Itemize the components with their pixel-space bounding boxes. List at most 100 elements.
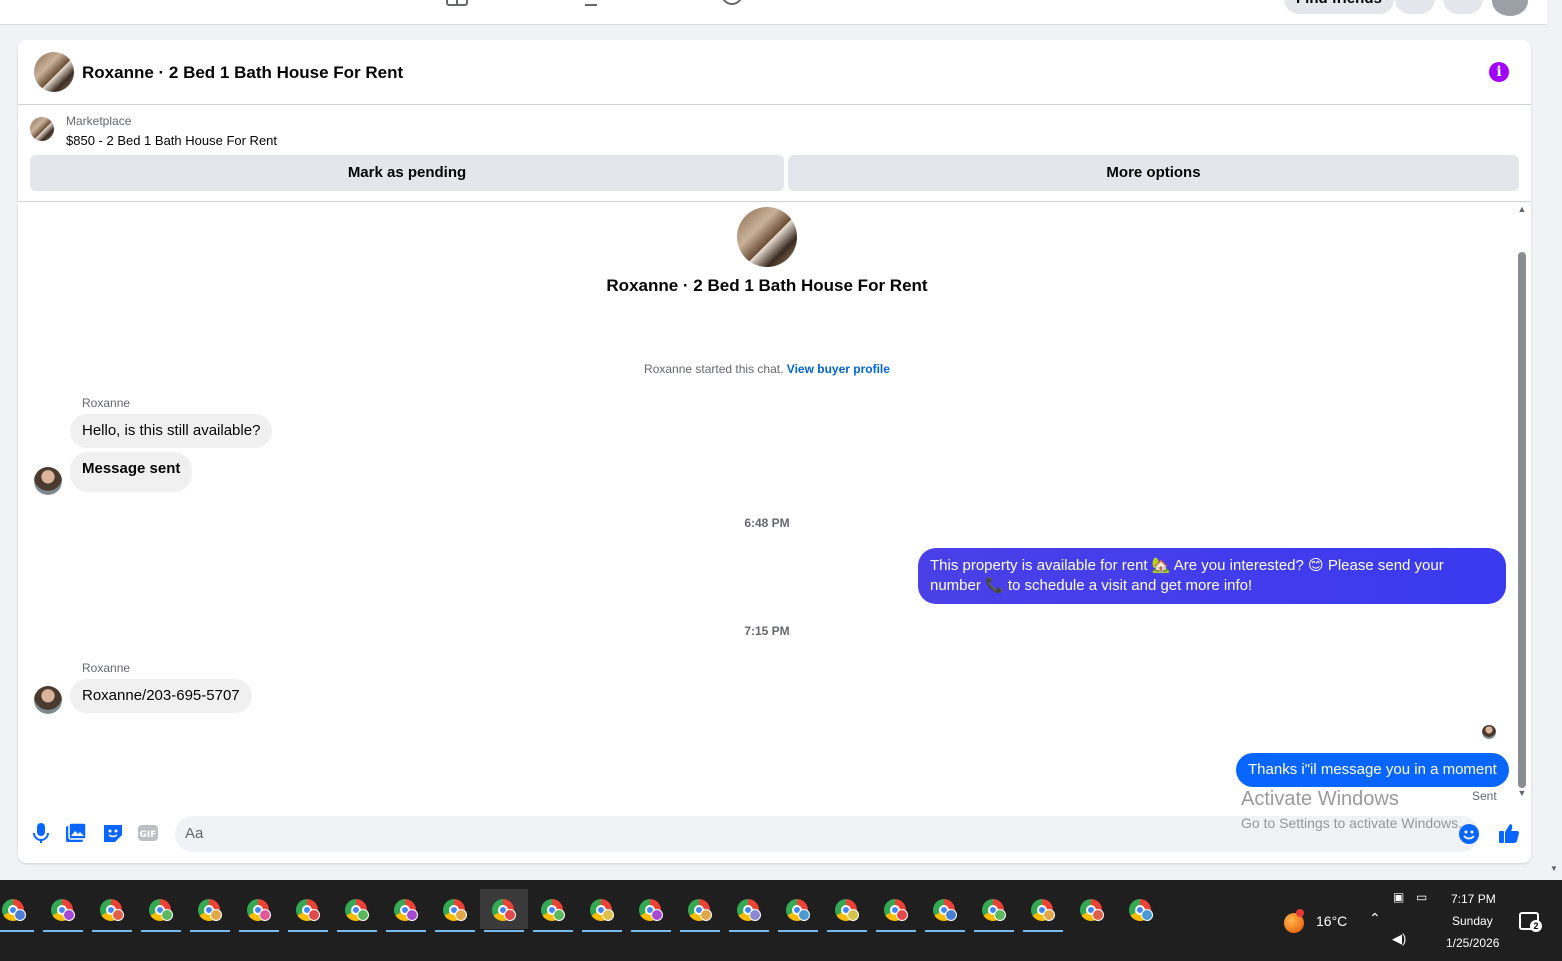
- running-indicator: [337, 930, 377, 932]
- profile-badge-icon: [1141, 909, 1153, 921]
- running-indicator: [876, 930, 916, 932]
- info-icon[interactable]: i: [1489, 62, 1509, 82]
- taskbar-chrome-profile[interactable]: [0, 889, 38, 932]
- top-navbar: Find friends: [0, 0, 1547, 25]
- volume-icon[interactable]: ◀): [1392, 931, 1406, 947]
- listing-avatar[interactable]: [34, 52, 74, 92]
- running-indicator: [190, 930, 230, 932]
- emoji-icon[interactable]: [1459, 824, 1479, 844]
- microphone-icon[interactable]: [30, 822, 52, 844]
- find-friends-button[interactable]: Find friends: [1284, 0, 1394, 14]
- clock-day[interactable]: Sunday: [1452, 914, 1493, 928]
- sticker-icon[interactable]: [102, 822, 124, 844]
- weather-temperature[interactable]: 16°C: [1316, 913, 1347, 929]
- incoming-message[interactable]: Hello, is this still available?: [70, 414, 273, 448]
- profile-badge-icon: [455, 909, 467, 921]
- profile-badge-icon: [896, 909, 908, 921]
- profile-badge-icon: [14, 909, 26, 921]
- profile-badge-icon: [651, 909, 663, 921]
- menu-grid-button[interactable]: [1395, 0, 1435, 14]
- seen-indicator-avatar: [1482, 725, 1496, 739]
- scroll-thumb[interactable]: [1518, 252, 1526, 788]
- taskbar-chrome-profile[interactable]: [480, 889, 528, 932]
- more-options-button[interactable]: More options: [788, 155, 1519, 191]
- timestamp: 7:15 PM: [744, 624, 790, 638]
- meet-icon[interactable]: ▣: [1393, 890, 1404, 904]
- chat-title[interactable]: Roxanne · 2 Bed 1 Bath House For Rent: [82, 63, 403, 83]
- svg-text:GIF: GIF: [140, 830, 157, 840]
- running-indicator: [631, 930, 671, 932]
- profile-badge-icon: [210, 909, 222, 921]
- notifications-button[interactable]: [1443, 0, 1483, 14]
- groups-nav-icon[interactable]: [584, 0, 606, 6]
- windows-taskbar: 16°C ⌃ ▣ ▭ ◀) 7:17 PM Sunday 1/25/2026 2: [0, 880, 1562, 961]
- clock-date[interactable]: 1/25/2026: [1446, 936, 1499, 950]
- profile-badge-icon: [357, 909, 369, 921]
- running-indicator: [533, 930, 573, 932]
- profile-badge-icon: [798, 909, 810, 921]
- taskbar-chrome-profile[interactable]: [774, 889, 822, 932]
- roxanne-avatar[interactable]: [34, 686, 62, 714]
- message-input[interactable]: Aa: [175, 816, 1479, 852]
- taskbar-chrome-profile[interactable]: [1068, 889, 1116, 929]
- profile-nav-icon[interactable]: [721, 0, 743, 6]
- scroll-down-arrow[interactable]: ▼: [1517, 788, 1527, 798]
- listing-title[interactable]: $850 - 2 Bed 1 Bath House For Rent: [66, 133, 277, 148]
- taskbar-chrome-profile[interactable]: [627, 889, 675, 932]
- running-indicator: [778, 930, 818, 932]
- incoming-message[interactable]: Message sent: [70, 452, 193, 492]
- taskbar-chrome-profile[interactable]: [823, 889, 871, 932]
- running-indicator: [141, 930, 181, 932]
- taskbar-chrome-profile[interactable]: [431, 889, 479, 932]
- taskbar-chrome-profile[interactable]: [39, 889, 87, 932]
- page-scrollbar[interactable]: ▼: [1547, 0, 1562, 880]
- center-title: Roxanne · 2 Bed 1 Bath House For Rent: [606, 276, 928, 295]
- taskbar-chrome-profile[interactable]: [1117, 889, 1165, 929]
- running-indicator: [239, 930, 279, 932]
- running-indicator: [484, 930, 524, 932]
- view-buyer-profile-link[interactable]: View buyer profile: [787, 362, 890, 376]
- taskbar-chrome-profile[interactable]: [1019, 889, 1067, 932]
- gif-icon[interactable]: GIF: [137, 822, 159, 844]
- taskbar-chrome-profile[interactable]: [921, 889, 969, 932]
- running-indicator: [435, 930, 475, 932]
- taskbar-chrome-profile[interactable]: [382, 889, 430, 932]
- page-scroll-down-arrow[interactable]: ▼: [1550, 864, 1558, 873]
- listing-thumbnail[interactable]: [30, 117, 54, 141]
- taskbar-chrome-profile[interactable]: [88, 889, 136, 932]
- incoming-message[interactable]: Roxanne/203-695-5707: [70, 679, 252, 713]
- outgoing-message[interactable]: This property is available for rent 🏡 Ar…: [918, 548, 1506, 604]
- chevron-up-icon[interactable]: ⌃: [1369, 910, 1381, 927]
- profile-badge-icon: [945, 909, 957, 921]
- account-avatar[interactable]: [1492, 0, 1528, 16]
- taskbar-chrome-profile[interactable]: [333, 889, 381, 932]
- profile-badge-icon: [112, 909, 124, 921]
- running-indicator: [827, 930, 867, 932]
- taskbar-chrome-profile[interactable]: [725, 889, 773, 932]
- chat-panel: Roxanne · 2 Bed 1 Bath House For Rent i …: [18, 40, 1531, 863]
- clock-time[interactable]: 7:17 PM: [1451, 892, 1496, 906]
- taskbar-chrome-profile[interactable]: [284, 889, 332, 932]
- roxanne-avatar[interactable]: [34, 467, 62, 495]
- profile-badge-icon: [749, 909, 761, 921]
- taskbar-chrome-profile[interactable]: [872, 889, 920, 932]
- running-indicator: [0, 930, 34, 932]
- taskbar-chrome-profile[interactable]: [676, 889, 724, 932]
- scroll-up-arrow[interactable]: ▲: [1517, 204, 1527, 214]
- mark-as-pending-button[interactable]: Mark as pending: [30, 155, 784, 191]
- network-icon[interactable]: ▭: [1416, 890, 1427, 904]
- taskbar-chrome-profile[interactable]: [137, 889, 185, 932]
- taskbar-chrome-profile[interactable]: [529, 889, 577, 932]
- taskbar-chrome-profile[interactable]: [970, 889, 1018, 932]
- photo-icon[interactable]: [65, 822, 87, 844]
- taskbar-chrome-profile[interactable]: [186, 889, 234, 932]
- running-indicator: [680, 930, 720, 932]
- outgoing-message[interactable]: Thanks i"il message you in a moment: [1236, 753, 1509, 787]
- chat-scrollbar[interactable]: ▲ ▼: [1517, 204, 1527, 800]
- taskbar-chrome-profile[interactable]: [578, 889, 626, 932]
- running-indicator: [386, 930, 426, 932]
- taskbar-chrome-profile[interactable]: [235, 889, 283, 932]
- marketplace-nav-icon[interactable]: [446, 0, 468, 6]
- chat-start-notice: Roxanne started this chat. View buyer pr…: [18, 362, 1516, 376]
- like-icon[interactable]: [1498, 822, 1520, 844]
